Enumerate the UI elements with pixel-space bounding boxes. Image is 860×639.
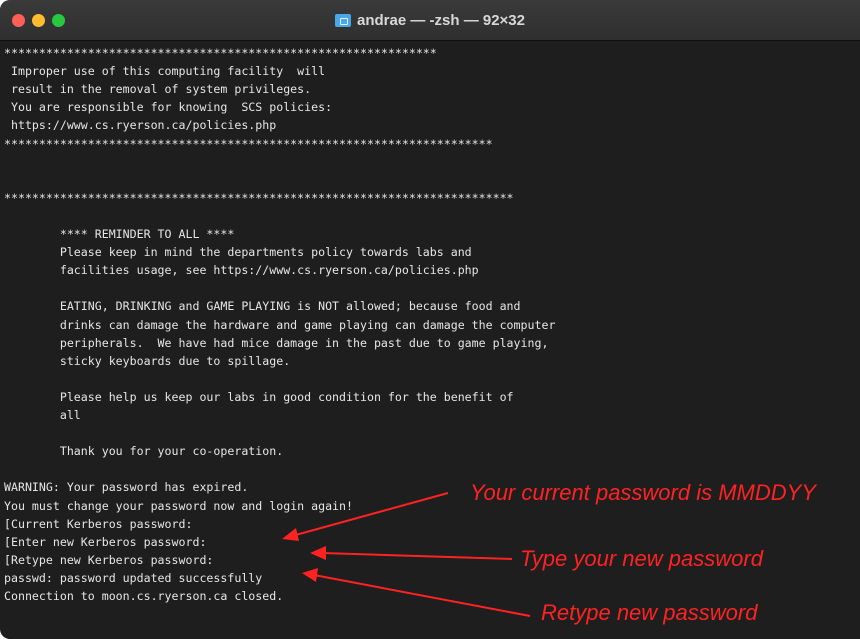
arrow-current-password bbox=[291, 492, 449, 537]
annotation-arrows bbox=[282, 492, 531, 617]
arrowhead-new-password bbox=[310, 546, 326, 560]
arrowhead-current-password bbox=[282, 528, 299, 541]
arrow-new-password bbox=[321, 552, 513, 560]
arrow-retype-password bbox=[313, 574, 531, 617]
annotation-retype-password: Retype new password bbox=[541, 600, 758, 625]
annotation-current-password: Your current password is MMDDYY bbox=[470, 480, 816, 505]
annotation-new-password: Type your new password bbox=[520, 546, 763, 571]
arrowhead-retype-password bbox=[302, 568, 318, 582]
